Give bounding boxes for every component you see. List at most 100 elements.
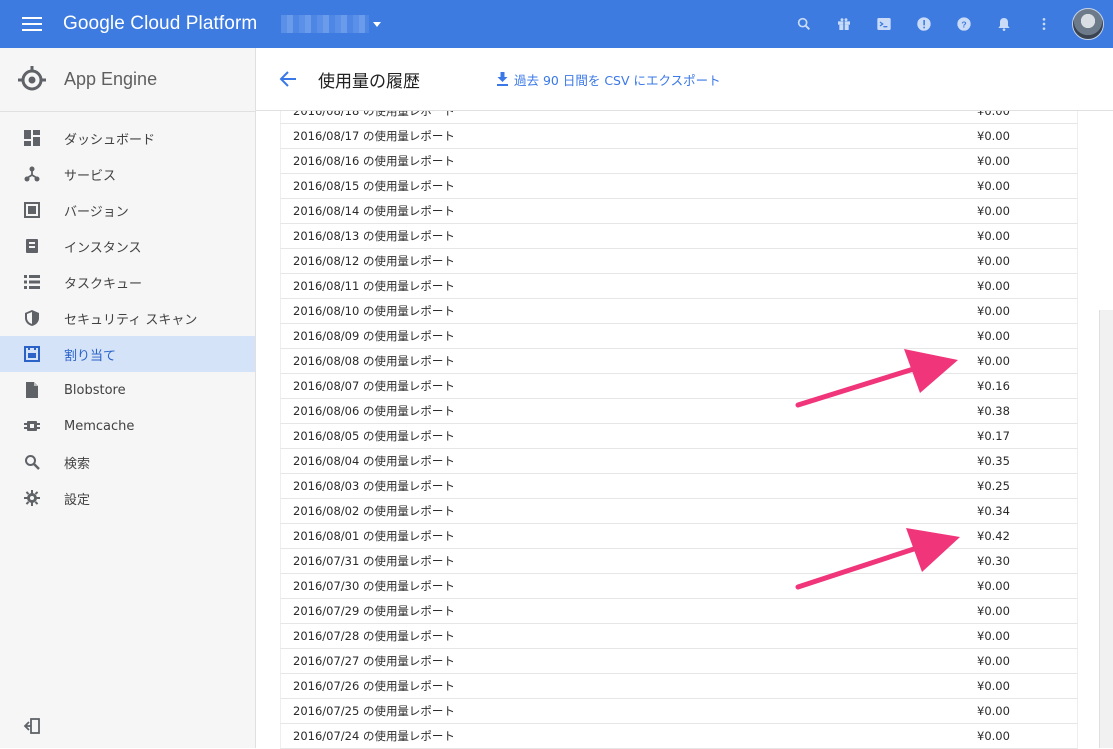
help-button[interactable]: ?	[944, 0, 984, 48]
usage-report-row[interactable]: 2016/07/29 の使用量レポート ¥0.00	[280, 599, 1078, 624]
project-selector[interactable]	[281, 15, 382, 33]
sidebar-item-label: バージョン	[64, 204, 129, 220]
usage-report-link[interactable]: 2016/08/10 の使用量レポート	[281, 303, 977, 319]
sidebar-item-quota[interactable]: 割り当て	[0, 336, 255, 372]
usage-report-row[interactable]: 2016/08/08 の使用量レポート ¥0.00	[280, 349, 1078, 374]
search-button[interactable]	[784, 0, 824, 48]
sidebar-item-label: 設定	[64, 492, 91, 508]
sidebar-item-search[interactable]: 検索	[0, 444, 255, 480]
usage-amount: ¥0.00	[977, 179, 1010, 193]
usage-amount: ¥0.17	[977, 429, 1010, 443]
notifications-button[interactable]	[984, 0, 1024, 48]
usage-report-link[interactable]: 2016/08/17 の使用量レポート	[281, 128, 977, 144]
cloud-shell-icon	[877, 18, 891, 30]
usage-report-row[interactable]: 2016/08/01 の使用量レポート ¥0.42	[280, 524, 1078, 549]
versions-icon	[0, 202, 64, 218]
cloud-shell-button[interactable]	[864, 0, 904, 48]
usage-report-link[interactable]: 2016/07/26 の使用量レポート	[281, 678, 977, 694]
arrow-back-icon	[279, 71, 296, 87]
export-csv-link[interactable]: 過去 90 日間を CSV にエクスポート	[496, 70, 721, 89]
back-button[interactable]	[258, 70, 318, 88]
usage-report-row[interactable]: 2016/07/27 の使用量レポート ¥0.00	[280, 649, 1078, 674]
usage-report-row[interactable]: 2016/07/24 の使用量レポート ¥0.00	[280, 724, 1078, 749]
usage-amount: ¥0.38	[977, 404, 1010, 418]
sidebar-item-instances[interactable]: インスタンス	[0, 228, 255, 264]
usage-report-row[interactable]: 2016/07/25 の使用量レポート ¥0.00	[280, 699, 1078, 724]
page-title: 使用量の履歴	[318, 71, 420, 92]
usage-report-link[interactable]: 2016/08/16 の使用量レポート	[281, 153, 977, 169]
task-queue-icon	[0, 274, 64, 290]
usage-amount: ¥0.00	[977, 604, 1010, 618]
usage-report-link[interactable]: 2016/08/04 の使用量レポート	[281, 453, 977, 469]
account-avatar[interactable]	[1072, 8, 1104, 40]
usage-report-row[interactable]: 2016/08/04 の使用量レポート ¥0.35	[280, 449, 1078, 474]
sidebar-item-settings[interactable]: 設定	[0, 480, 255, 516]
usage-report-link[interactable]: 2016/07/27 の使用量レポート	[281, 653, 977, 669]
usage-report-row[interactable]: 2016/08/11 の使用量レポート ¥0.00	[280, 274, 1078, 299]
usage-report-row[interactable]: 2016/08/12 の使用量レポート ¥0.00	[280, 249, 1078, 274]
scrollbar[interactable]	[1099, 310, 1113, 748]
usage-report-link[interactable]: 2016/07/29 の使用量レポート	[281, 603, 977, 619]
usage-report-link[interactable]: 2016/08/06 の使用量レポート	[281, 403, 977, 419]
usage-report-link[interactable]: 2016/08/08 の使用量レポート	[281, 353, 977, 369]
usage-report-link[interactable]: 2016/07/28 の使用量レポート	[281, 628, 977, 644]
usage-report-row[interactable]: 2016/07/30 の使用量レポート ¥0.00	[280, 574, 1078, 599]
sidebar-item-label: 割り当て	[64, 348, 117, 364]
usage-report-link[interactable]: 2016/08/02 の使用量レポート	[281, 503, 977, 519]
sidebar-item-versions[interactable]: バージョン	[0, 192, 255, 228]
alerts-button[interactable]	[904, 0, 944, 48]
services-icon	[0, 166, 64, 182]
sidebar-item-memcache[interactable]: Memcache	[0, 408, 255, 444]
usage-report-row[interactable]: 2016/07/31 の使用量レポート ¥0.30	[280, 549, 1078, 574]
usage-report-row[interactable]: 2016/08/15 の使用量レポート ¥0.00	[280, 174, 1078, 199]
usage-amount: ¥0.00	[977, 679, 1010, 693]
usage-report-row[interactable]: 2016/08/10 の使用量レポート ¥0.00	[280, 299, 1078, 324]
usage-report-link[interactable]: 2016/08/11 の使用量レポート	[281, 278, 977, 294]
main-menu-button[interactable]	[0, 0, 64, 48]
usage-amount: ¥0.00	[977, 254, 1010, 268]
usage-report-row[interactable]: 2016/07/28 の使用量レポート ¥0.00	[280, 624, 1078, 649]
usage-report-row[interactable]: 2016/08/16 の使用量レポート ¥0.00	[280, 149, 1078, 174]
gift-button[interactable]	[824, 0, 864, 48]
usage-report-row[interactable]: 2016/08/07 の使用量レポート ¥0.16	[280, 374, 1078, 399]
brand-title[interactable]: Google Cloud Platform	[63, 13, 257, 35]
usage-report-link[interactable]: 2016/08/09 の使用量レポート	[281, 328, 977, 344]
usage-report-row[interactable]: 2016/08/13 の使用量レポート ¥0.00	[280, 224, 1078, 249]
usage-report-row[interactable]: 2016/08/17 の使用量レポート ¥0.00	[280, 124, 1078, 149]
usage-report-link[interactable]: 2016/08/05 の使用量レポート	[281, 428, 977, 444]
top-bar: Google Cloud Platform ?	[0, 0, 1113, 48]
usage-report-row[interactable]: 2016/08/02 の使用量レポート ¥0.34	[280, 499, 1078, 524]
usage-report-link[interactable]: 2016/08/01 の使用量レポート	[281, 528, 977, 544]
usage-report-link[interactable]: 2016/07/25 の使用量レポート	[281, 703, 977, 719]
usage-report-link[interactable]: 2016/08/07 の使用量レポート	[281, 378, 977, 394]
sidebar-item-services[interactable]: サービス	[0, 156, 255, 192]
more-options-button[interactable]	[1024, 0, 1064, 48]
collapse-sidebar-button[interactable]	[22, 718, 40, 738]
usage-report-link[interactable]: 2016/07/31 の使用量レポート	[281, 553, 977, 569]
app-header: App Engine	[0, 48, 255, 112]
sidebar-item-blobstore[interactable]: Blobstore	[0, 372, 255, 408]
usage-report-row[interactable]: 2016/07/26 の使用量レポート ¥0.00	[280, 674, 1078, 699]
help-icon: ?	[957, 17, 971, 31]
usage-report-link[interactable]: 2016/08/12 の使用量レポート	[281, 253, 977, 269]
usage-amount: ¥0.00	[977, 629, 1010, 643]
settings-icon	[0, 490, 64, 506]
sidebar-item-dashboard[interactable]: ダッシュボード	[0, 120, 255, 156]
usage-report-link[interactable]: 2016/08/14 の使用量レポート	[281, 203, 977, 219]
quota-icon	[0, 346, 64, 362]
usage-report-row[interactable]: 2016/08/05 の使用量レポート ¥0.17	[280, 424, 1078, 449]
project-name-redacted	[281, 15, 370, 33]
usage-report-link[interactable]: 2016/08/15 の使用量レポート	[281, 178, 977, 194]
usage-report-link[interactable]: 2016/08/03 の使用量レポート	[281, 478, 977, 494]
usage-report-link[interactable]: 2016/08/13 の使用量レポート	[281, 228, 977, 244]
usage-report-row[interactable]: 2016/08/03 の使用量レポート ¥0.25	[280, 474, 1078, 499]
sidebar-item-security-scan[interactable]: セキュリティ スキャン	[0, 300, 255, 336]
usage-report-link[interactable]: 2016/07/24 の使用量レポート	[281, 728, 977, 744]
usage-report-link[interactable]: 2016/07/30 の使用量レポート	[281, 578, 977, 594]
sidebar-item-task-queues[interactable]: タスクキュー	[0, 264, 255, 300]
sidebar-item-label: ダッシュボード	[64, 132, 156, 148]
usage-amount: ¥0.30	[977, 554, 1010, 568]
usage-report-row[interactable]: 2016/08/14 の使用量レポート ¥0.00	[280, 199, 1078, 224]
usage-report-row[interactable]: 2016/08/09 の使用量レポート ¥0.00	[280, 324, 1078, 349]
usage-report-row[interactable]: 2016/08/06 の使用量レポート ¥0.38	[280, 399, 1078, 424]
